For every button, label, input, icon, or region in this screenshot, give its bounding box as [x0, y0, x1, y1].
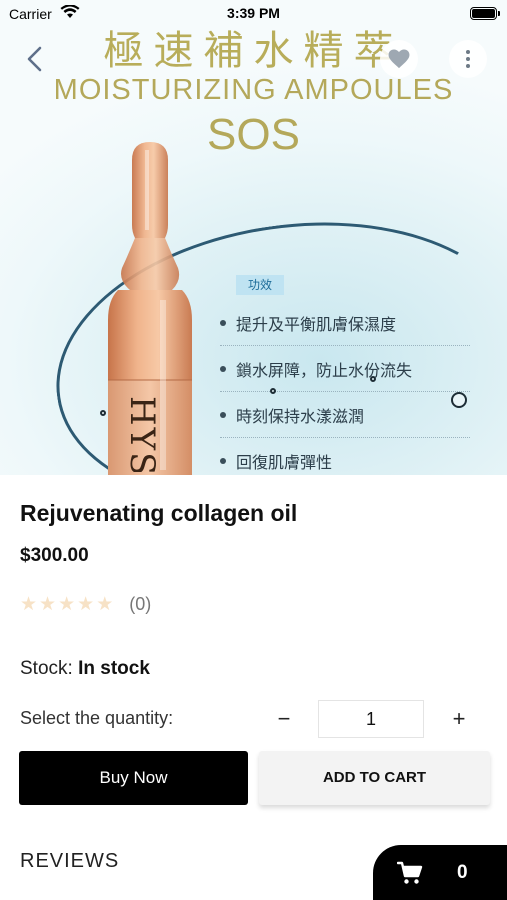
product-name: Rejuvenating collagen oil [20, 500, 298, 526]
benefit-item: 回復肌膚彈性 [220, 438, 470, 475]
benefits-list: 提升及平衡肌膚保濕度 鎖水屏障，防止水份流失 時刻保持水漾滋潤 回復肌膚彈性 [220, 300, 470, 475]
quantity-increase-button[interactable]: + [444, 704, 474, 734]
reviews-heading: REVIEWS [20, 850, 120, 872]
quantity-input[interactable] [318, 700, 424, 738]
star-icon: ★ [58, 593, 76, 615]
back-button[interactable] [18, 42, 52, 76]
benefits-badge: 功效 [236, 275, 284, 295]
ampoule-brand-text: HYS [122, 396, 162, 472]
status-bar: Carrier 3:39 PM [0, 0, 507, 28]
product-price: $300.00 [20, 545, 89, 566]
ampoule-label: HYS [116, 392, 166, 472]
quantity-label: Select the quantity: [20, 708, 174, 728]
cart-count: 0 [457, 861, 468, 883]
cart-button[interactable]: 0 [373, 845, 507, 900]
bubble [270, 388, 276, 394]
vertical-dots-icon [466, 50, 470, 68]
quantity-decrease-button[interactable]: − [269, 704, 299, 734]
battery-icon [470, 7, 500, 20]
star-icon: ★ [39, 593, 57, 615]
bubble [451, 392, 467, 408]
more-options-button[interactable] [449, 40, 487, 78]
cart-icon [397, 861, 423, 885]
star-icon: ★ [77, 593, 95, 615]
bubble [370, 376, 376, 382]
benefit-item: 時刻保持水漾滋潤 [220, 392, 470, 438]
product-image: 極速補水精萃 MOISTURIZING AMPOULES SOS HYS 功效 … [0, 0, 507, 475]
rating-stars[interactable]: ★ ★ ★ ★ ★ (0) [20, 593, 151, 615]
stock-value: In stock [78, 658, 150, 679]
chevron-left-icon [27, 46, 42, 72]
status-time: 3:39 PM [227, 5, 280, 21]
benefit-item: 鎖水屏障，防止水份流失 [220, 346, 470, 392]
rating-count: (0) [129, 593, 152, 614]
buy-now-button[interactable]: Buy Now [19, 751, 248, 805]
heart-icon [388, 49, 410, 69]
favorite-button[interactable] [380, 40, 418, 78]
star-icon: ★ [96, 593, 114, 615]
bubble [100, 410, 106, 416]
stock-label: Stock: [20, 658, 73, 679]
benefit-item: 提升及平衡肌膚保濕度 [220, 300, 470, 346]
add-to-cart-button[interactable]: ADD TO CART [259, 751, 490, 805]
stock-row: Stock: In stock [20, 658, 150, 680]
star-icon: ★ [20, 593, 38, 615]
